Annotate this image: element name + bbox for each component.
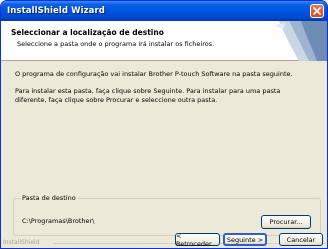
install-info-text: O programa de configuração vai instalar … — [15, 70, 293, 78]
installshield-wizard-window: InstallShield Wizard Seleccionar a local… — [0, 0, 328, 249]
wizard-header: Seleccionar a localização de destino Sel… — [1, 21, 327, 61]
close-button[interactable] — [310, 4, 324, 18]
header-subtitle: Seleccione a pasta onde o programa irá i… — [17, 40, 215, 48]
installshield-graphic-icon — [275, 21, 327, 61]
back-button-label: < Retroceder — [176, 231, 212, 248]
close-icon — [313, 7, 321, 15]
cancel-button[interactable]: Cancelar — [279, 233, 323, 246]
instructions-line-1: Para instalar esta pasta, faça clique so… — [15, 87, 281, 95]
window-title: InstallShield Wizard — [7, 6, 105, 16]
destination-folder-label: Pasta de destino — [20, 194, 78, 202]
cancel-button-label: Cancelar — [286, 235, 316, 244]
destination-path: C:\Programas\Brother\ — [22, 217, 95, 225]
browse-button[interactable]: Procurar... — [261, 215, 311, 229]
installshield-brand: InstallShield — [3, 239, 40, 246]
header-title: Seleccionar a localização de destino — [11, 28, 164, 37]
instructions-line-2: diferente, faça clique sobre Procurar e … — [15, 96, 218, 104]
next-button[interactable]: Seguinte > — [223, 233, 267, 246]
title-bar[interactable]: InstallShield Wizard — [1, 1, 327, 21]
next-button-label: Seguinte > — [226, 235, 264, 244]
back-button[interactable]: < Retroceder — [175, 231, 220, 248]
browse-button-label: Procurar... — [269, 218, 303, 226]
instructions-text: Para instalar esta pasta, faça clique so… — [15, 87, 315, 105]
